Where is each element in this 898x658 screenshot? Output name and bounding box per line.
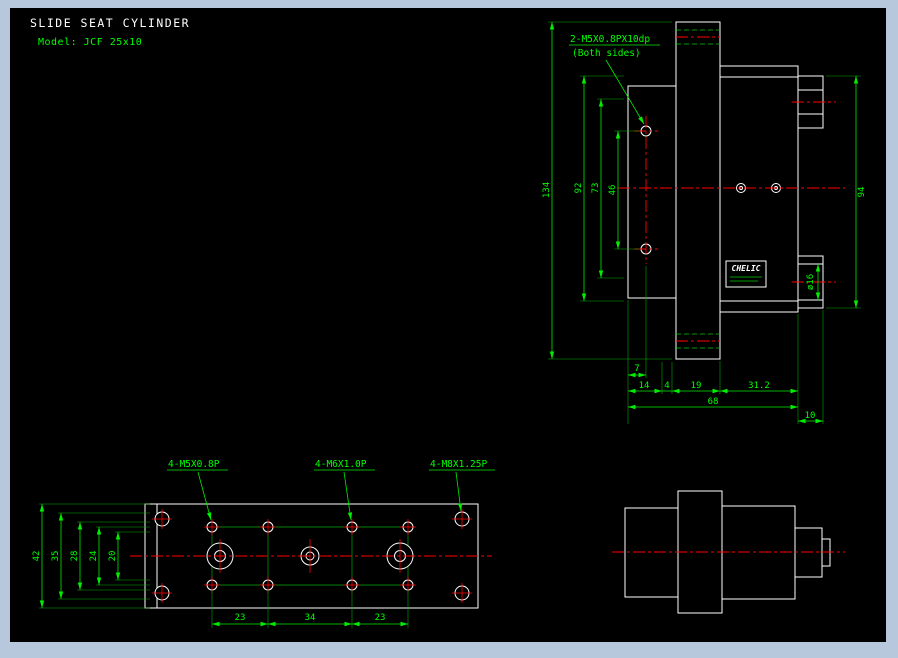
- dim-23-left: 23: [235, 613, 246, 623]
- cad-window: SLIDE SEAT CYLINDER Model: JCF 25x10: [0, 0, 898, 658]
- model-space: [10, 8, 886, 642]
- dim-94: 94: [857, 187, 867, 198]
- callout-m8: 4-M8X1.25P: [430, 459, 487, 470]
- callout-m5: 4-M5X0.8P: [168, 459, 220, 470]
- dim-31-2: 31.2: [748, 381, 770, 391]
- dim-20: 20: [108, 551, 118, 562]
- drawing-canvas: SLIDE SEAT CYLINDER Model: JCF 25x10: [0, 0, 898, 658]
- dim-10: 10: [805, 411, 816, 421]
- callout-both-sides-note: (Both sides): [572, 48, 641, 59]
- callout-m5-both-sides: 2-M5X0.8PX10dp: [570, 34, 650, 45]
- callout-m6: 4-M6X1.0P: [315, 459, 367, 470]
- dim-92: 92: [574, 183, 584, 194]
- dim-19: 19: [691, 381, 702, 391]
- dim-134: 134: [542, 182, 552, 198]
- dim-34: 34: [305, 613, 316, 623]
- page-title: SLIDE SEAT CYLINDER: [30, 16, 190, 30]
- dim-23-right: 23: [375, 613, 386, 623]
- dim-28: 28: [70, 551, 80, 562]
- dim-4: 4: [664, 381, 669, 391]
- dim-dia16: ø16: [806, 274, 816, 290]
- dim-7: 7: [634, 364, 639, 374]
- dim-14: 14: [639, 381, 650, 391]
- dim-46: 46: [608, 185, 618, 196]
- dim-73: 73: [591, 183, 601, 194]
- dim-68: 68: [708, 397, 719, 407]
- model-label: Model: JCF 25x10: [38, 37, 142, 48]
- dim-35: 35: [51, 551, 61, 562]
- dim-24: 24: [89, 551, 99, 562]
- dim-42: 42: [32, 551, 42, 562]
- logo-plate: CHELIC: [726, 261, 766, 287]
- brand-logo: CHELIC: [732, 264, 761, 273]
